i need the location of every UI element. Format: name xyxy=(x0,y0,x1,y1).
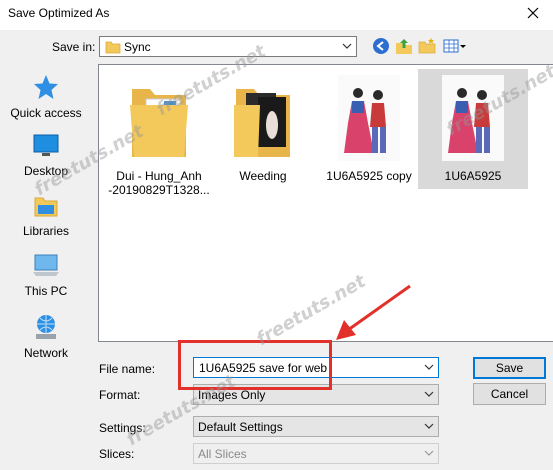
folder-icon xyxy=(234,89,290,157)
save-button[interactable]: Save xyxy=(473,357,546,379)
settings-value: Default Settings xyxy=(198,420,283,434)
place-label: This PC xyxy=(24,284,68,298)
place-label: Network xyxy=(23,346,68,360)
place-this-pc[interactable]: This PC xyxy=(0,253,92,298)
chevron-down-icon xyxy=(424,450,434,456)
photo-thumbnail-icon xyxy=(338,75,400,161)
view-grid-icon xyxy=(443,39,466,53)
chevron-down-icon xyxy=(342,43,352,49)
folder-up-icon xyxy=(396,39,412,54)
settings-dropdown[interactable]: Default Settings xyxy=(193,416,439,437)
cancel-button[interactable]: Cancel xyxy=(473,383,546,405)
close-icon xyxy=(527,7,539,19)
folder-icon xyxy=(105,41,121,54)
file-name-label: File name: xyxy=(99,362,156,376)
desktop-icon xyxy=(33,134,59,156)
file-name: 1U6A5925 xyxy=(444,169,502,183)
new-folder-icon xyxy=(418,38,436,54)
window-title: Save Optimized As xyxy=(8,6,110,20)
slices-label: Slices: xyxy=(99,447,135,461)
place-quick-access[interactable]: Quick access xyxy=(0,73,92,120)
title-bar: Save Optimized As xyxy=(0,0,553,30)
save-in-label: Save in: xyxy=(52,40,96,54)
up-one-level-button[interactable] xyxy=(395,37,413,55)
annotation-highlight-box xyxy=(178,340,332,390)
file-name: 1U6A5925 copy xyxy=(326,169,412,183)
file-item[interactable]: 1U6A5925 copy xyxy=(314,69,424,189)
close-button[interactable] xyxy=(523,3,543,23)
view-menu-button[interactable] xyxy=(443,37,467,55)
place-label: Quick access xyxy=(10,106,82,120)
file-item[interactable]: Weeding xyxy=(208,69,318,189)
format-label: Format: xyxy=(99,388,141,402)
network-icon xyxy=(36,315,56,339)
computer-icon xyxy=(33,254,59,276)
back-button[interactable] xyxy=(372,37,390,55)
new-folder-button[interactable] xyxy=(418,37,436,55)
back-arrow-icon xyxy=(373,38,389,54)
chevron-down-icon xyxy=(424,364,434,370)
star-icon xyxy=(34,75,58,99)
chevron-down-icon xyxy=(424,423,434,429)
places-bar: Quick access Desktop Libraries This PC N… xyxy=(0,65,92,365)
place-label: Libraries xyxy=(22,224,70,238)
save-in-folder-name: Sync xyxy=(124,40,151,54)
place-libraries[interactable]: Libraries xyxy=(0,193,92,238)
save-in-dropdown[interactable]: Sync xyxy=(99,36,357,57)
place-network[interactable]: Network xyxy=(0,313,92,360)
slices-value: All Slices xyxy=(198,447,247,461)
slices-dropdown[interactable]: All Slices xyxy=(193,443,439,464)
file-name: Weeding xyxy=(239,169,287,183)
chevron-down-icon xyxy=(424,391,434,397)
file-name: Dui - Hung_Anh -20190829T1328... xyxy=(108,169,210,197)
